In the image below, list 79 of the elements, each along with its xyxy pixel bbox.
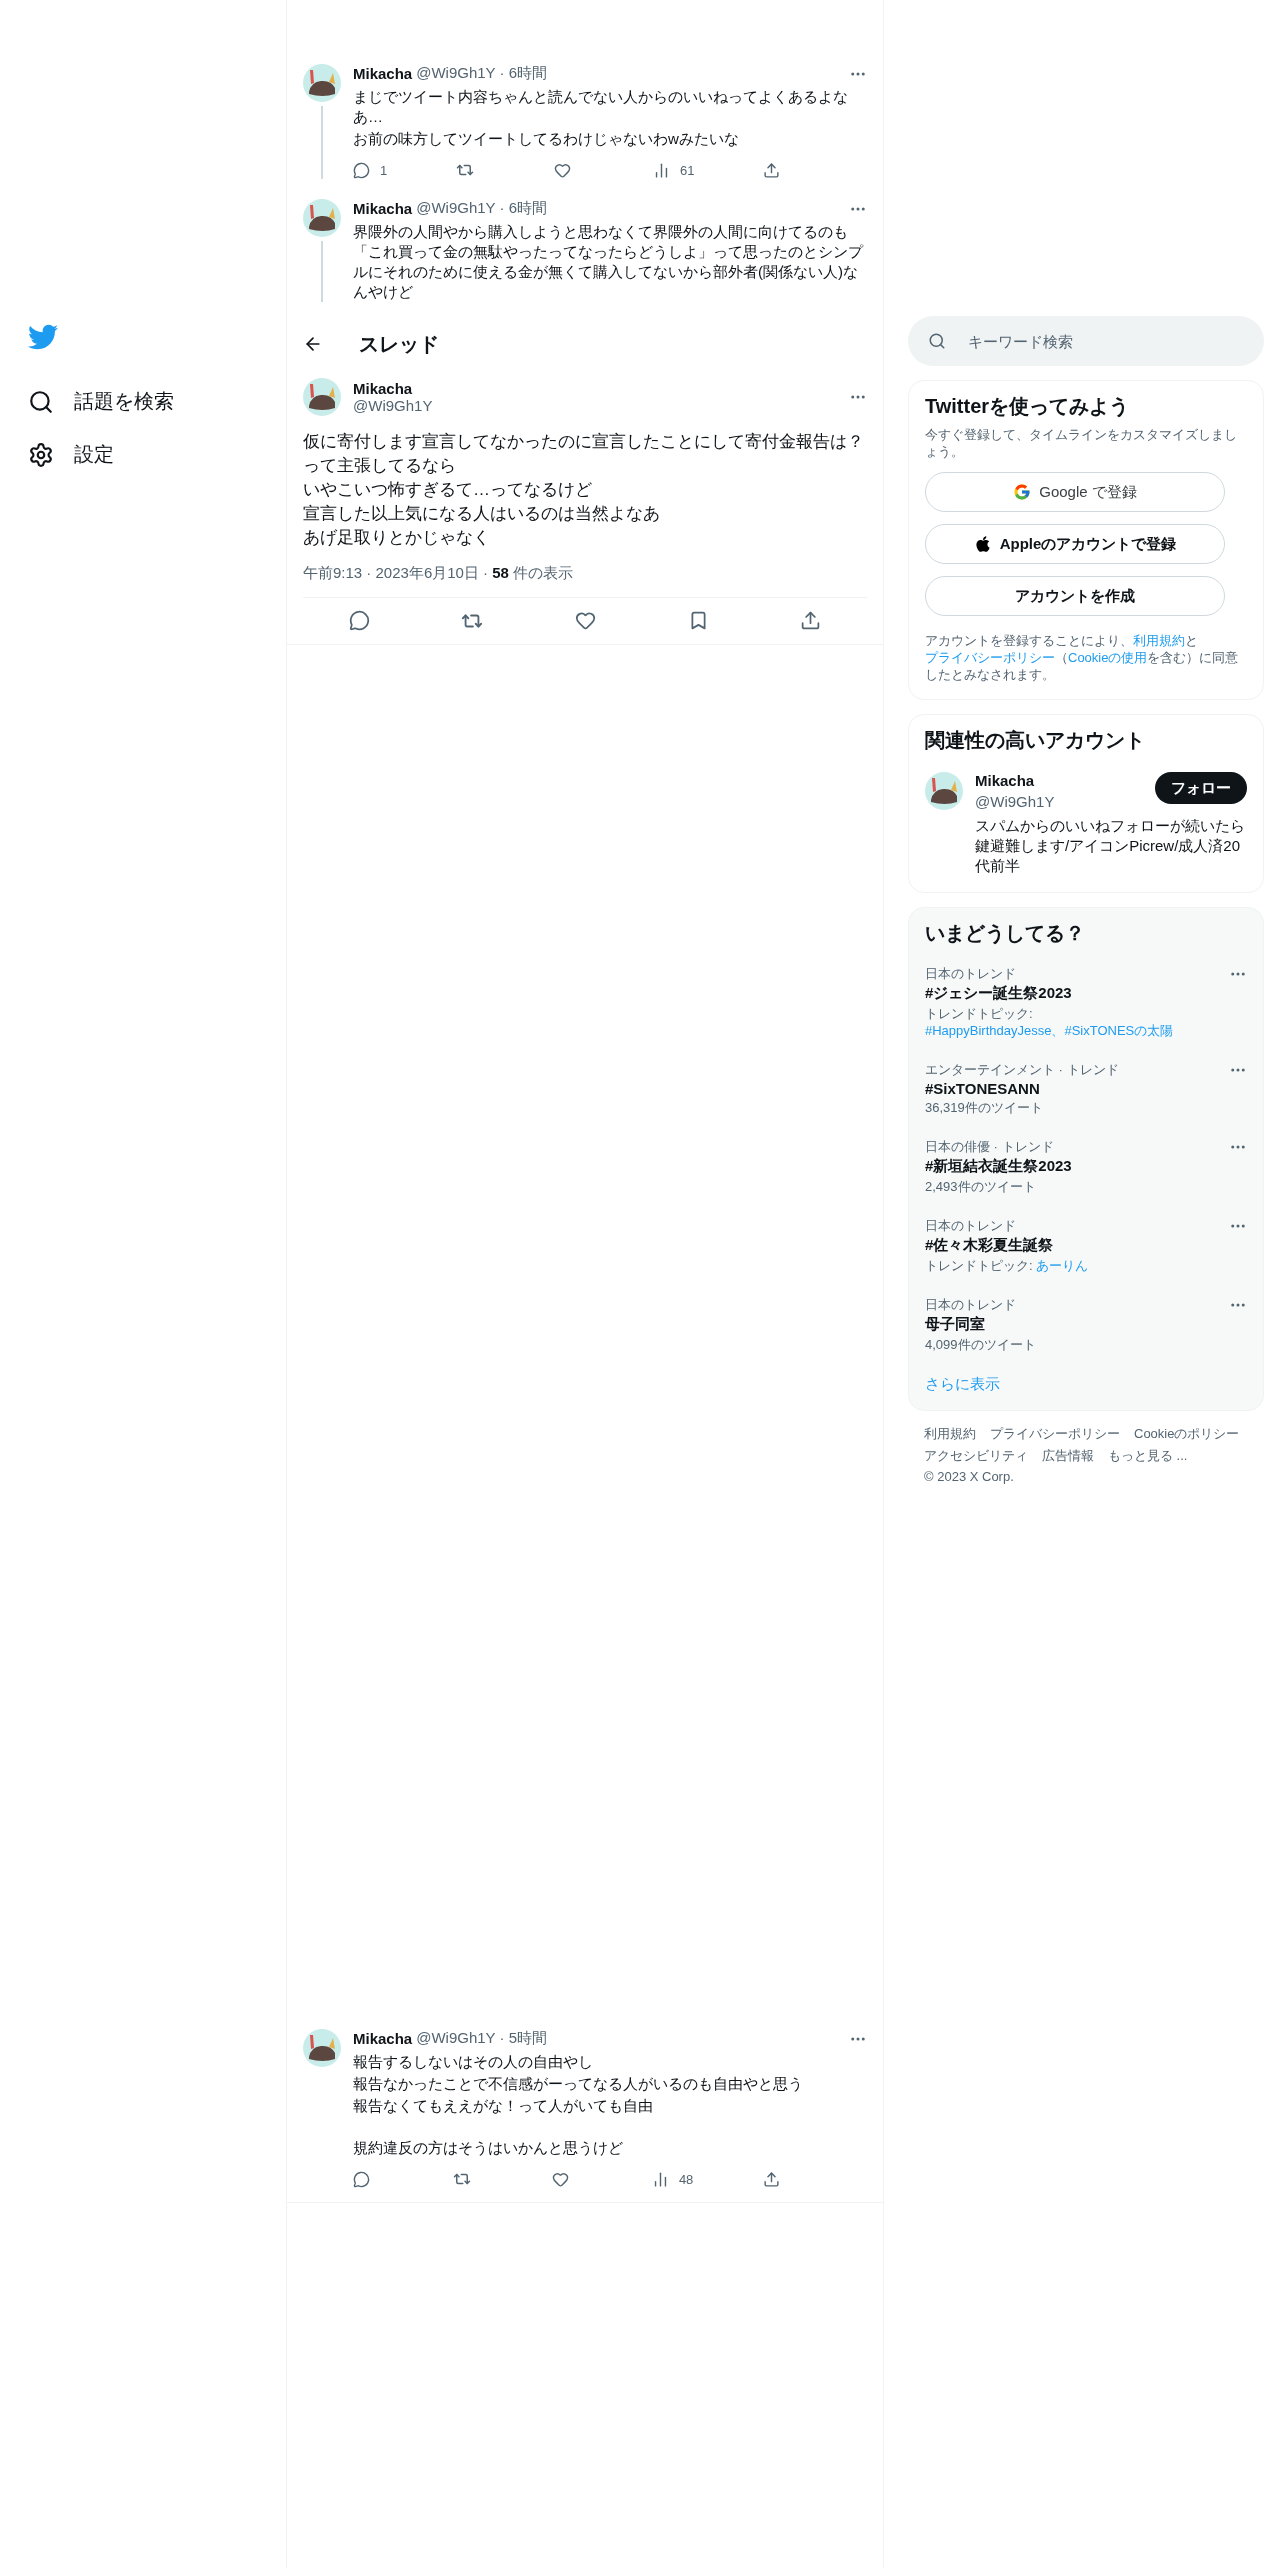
trend-category: 日本のトレンド [925,965,1017,982]
signup-button[interactable]: Google で登録 [925,472,1225,512]
footer-link[interactable]: Cookieのポリシー [1134,1425,1240,1443]
trend-category: 日本のトレンド [925,1217,1017,1234]
author-name[interactable]: Mikacha [353,65,413,82]
share-button[interactable] [800,610,822,632]
tweet-text: あげ足取りとかじゃなく [303,527,491,549]
account-name[interactable]: Mikacha [975,772,1055,789]
tweet-count: 2,493件のツイート [925,1178,1037,1195]
trend-category: 日本の俳優 · トレンド [925,1138,1055,1155]
footer-link[interactable]: もっと見る ... [1108,1447,1188,1465]
trend-category: エンターテインメント · トレンド [925,1061,1120,1078]
tweet-text: まじでツイート内容ちゃんと読んでない人からのいいねってよくあるよなあ… [353,87,849,127]
nav-label: 設定 [74,442,114,467]
trend-title[interactable]: #SixTONESANN [925,1080,1229,1097]
topic-label: トレンドトピック: [925,1006,1033,1021]
author-name[interactable]: Mikacha [353,380,433,397]
bird-logo[interactable] [28,322,58,352]
nav-label: 話題を検索 [74,389,174,414]
google-icon [1013,483,1032,501]
avatar[interactable] [303,2029,341,2067]
trend-title[interactable]: #佐々木彩夏生誕祭 [925,1236,1229,1255]
signup-button[interactable]: Appleのアカウントで登録 [925,524,1225,564]
search-icon [928,332,946,350]
author-name[interactable]: Mikacha [353,200,413,217]
trend-title[interactable]: 母子同室 [925,1315,1229,1334]
author-name[interactable]: Mikacha [353,2030,413,2047]
tweet-text: 報告なくてもええがな！って人がいても自由 [353,2096,654,2116]
tweet-text: 報告なかったことで不信感がーってなる人がいるのも自由やと思う [353,2074,804,2094]
tweet-text: お前の味方してツイートしてるわけじゃないわwみたいな [353,129,740,149]
copyright: © 2023 X Corp. [924,1469,1014,1484]
account-handle: @Wi9Gh1Y [975,793,1055,810]
reply-button[interactable] [348,610,370,632]
tweet-meta: @Wi9Gh1Y · 6時間 [416,199,548,218]
card-title: いまどうしてる？ [925,921,1086,946]
footer-link[interactable]: 広告情報 [1042,1447,1094,1465]
follow-button[interactable]: フォロー [1155,772,1247,804]
card-title: 関連性の高いアカウント [925,728,1146,753]
nav-item[interactable]: 話題を検索 [28,382,286,421]
avatar[interactable] [303,64,341,102]
tweet-text: いやこいつ怖すぎるて…ってなるけど [303,479,593,501]
account-bio: スパムからのいいねフォローが続いたら鍵避難します/アイコンPicrew/成人済20代前半 [975,816,1246,876]
avatar[interactable] [303,199,341,237]
tweet-text: 界隈外の人間やから購入しようと思わなくて界隈外の人間に向けてるのも「これ買って金の無駄やったってなったらどうしよ」って思ったのとシンプルにそれのために使える金が無くて購入してないから部外者(関係ない人)なんやけど [353,222,865,302]
search-field[interactable]: キーワード検索 [908,316,1264,366]
footer-link[interactable]: プライバシーポリシー [990,1425,1120,1443]
trend-title[interactable]: #新垣結衣誕生祭2023 [925,1157,1229,1176]
signup-button[interactable]: アカウントを作成 [925,576,1225,616]
page-title: スレッド [359,331,439,357]
avatar[interactable] [925,772,963,810]
tweet-text: 宣言した以上気になる人はいるのは当然よなあ [303,503,661,525]
search-icon [28,388,54,415]
reply-button[interactable]: 1 [353,161,388,179]
tweet-meta: @Wi9Gh1Y · 6時間 [416,64,548,83]
tweet-count: 36,319件のツイート [925,1099,1044,1116]
tweet-text: 報告するしないはその人の自由やし [353,2052,594,2072]
thread-line [321,241,323,302]
tweet-count: 4,099件のツイート [925,1336,1037,1353]
trend-category: 日本のトレンド [925,1296,1017,1313]
views-button[interactable]: 61 [652,161,695,179]
apple-icon [973,535,992,553]
footer-link[interactable]: 利用規約 [924,1425,976,1443]
views-button[interactable]: 48 [651,2170,694,2188]
tweet-meta: 午前9:13 · 2023年6月10日 · 58 件の表示 [303,564,575,583]
footer-link[interactable]: アクセシビリティ [924,1447,1028,1465]
like-button[interactable] [575,610,596,632]
card-subtitle: 今すぐ登録して、タイムラインをカスタマイズしましょう。 [925,426,1238,460]
settings-icon [28,441,54,468]
tweet-text: 仮に寄付します宣言してなかったのに宣言したことにして寄付金報告は？って主張してるなら [303,431,865,477]
avatar[interactable] [303,378,341,416]
topic-label: トレンドトピック: [925,1258,1034,1273]
legal-text: アカウントを登録することにより、利用規約 と プライバシーポリシー（Cookieの使用を含む）に同意したとみなされます。 [925,632,1240,683]
tweet-text: 規約違反の方はそうはいかんと思うけど [353,2138,624,2158]
author-handle: @Wi9Gh1Y [353,397,433,414]
card-title: Twitterを使ってみよう [925,394,1131,419]
trend-title[interactable]: #ジェシー誕生祭2023 [925,984,1229,1003]
nav-item[interactable]: 設定 [28,435,286,474]
tweet-meta: @Wi9Gh1Y · 5時間 [416,2029,548,2048]
search-input[interactable]: キーワード検索 [966,331,1244,351]
